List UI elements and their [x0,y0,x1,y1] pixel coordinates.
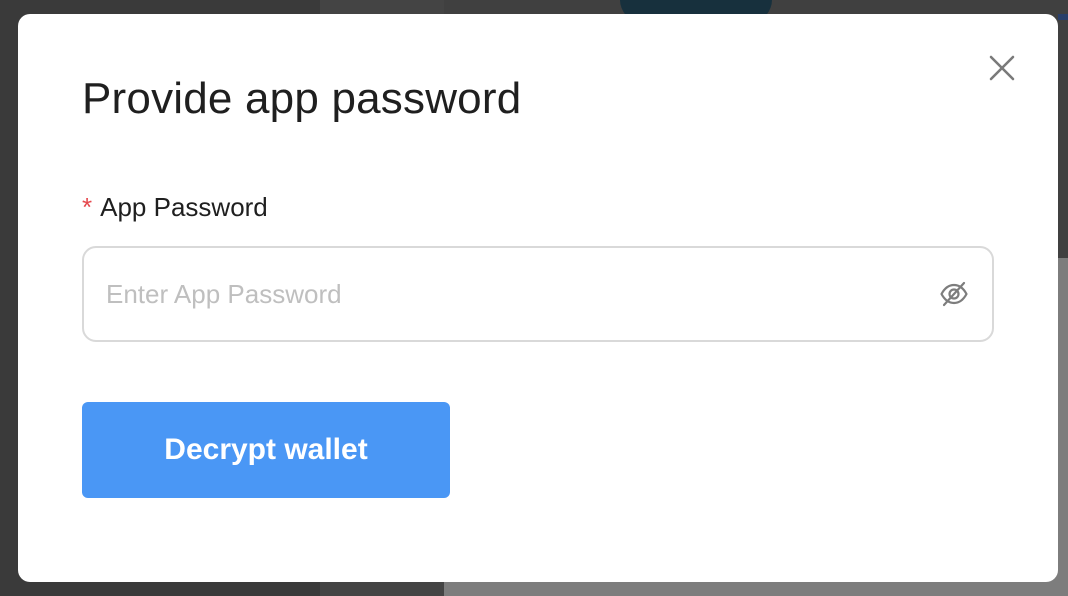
close-button[interactable] [986,52,1018,84]
app-password-input[interactable] [84,248,938,340]
password-field-wrapper [82,246,994,342]
app-password-label: * App Password [82,192,268,223]
decrypt-wallet-button[interactable]: Decrypt wallet [82,402,450,498]
required-mark: * [82,192,93,222]
background-corner-accent [1058,14,1068,20]
modal-title: Provide app password [82,74,522,123]
password-modal: Provide app password * App Password Decry… [18,14,1058,582]
eye-slash-icon [940,281,968,307]
close-icon [989,55,1015,81]
toggle-visibility-button[interactable] [938,278,970,310]
app-password-label-text: App Password [100,192,268,222]
